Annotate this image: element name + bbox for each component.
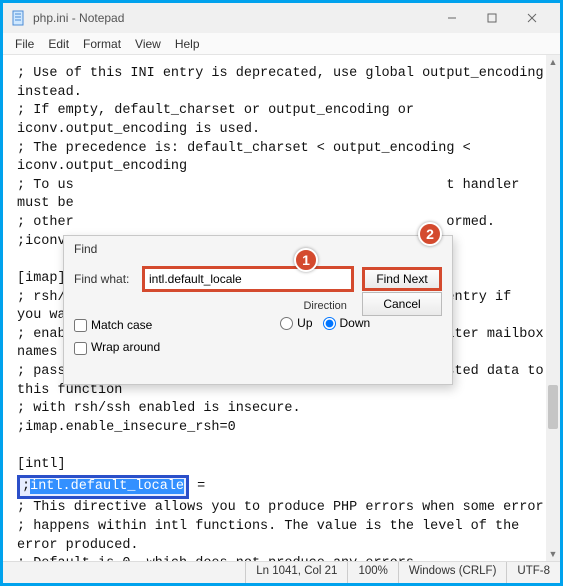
find-next-button[interactable]: Find Next: [362, 267, 442, 291]
menu-edit[interactable]: Edit: [42, 35, 75, 53]
selected-text: intl.default_locale: [30, 479, 184, 494]
notepad-icon: [11, 10, 27, 26]
direction-group: Direction Up Down: [280, 300, 370, 330]
scroll-up-arrow-icon[interactable]: ▲: [546, 55, 560, 69]
cancel-button[interactable]: Cancel: [362, 292, 442, 316]
titlebar: php.ini - Notepad: [3, 3, 560, 33]
annotation-badge-2: 2: [418, 222, 442, 246]
menu-format[interactable]: Format: [77, 35, 127, 53]
direction-down-radio[interactable]: Down: [323, 316, 371, 330]
match-case-checkbox[interactable]: Match case: [74, 318, 160, 332]
scroll-down-arrow-icon[interactable]: ▼: [546, 547, 560, 561]
status-line-ending: Windows (CRLF): [398, 562, 507, 583]
maximize-button[interactable]: [472, 8, 512, 28]
minimize-button[interactable]: [432, 8, 472, 28]
direction-up-radio[interactable]: Up: [280, 316, 312, 330]
status-cursor-position: Ln 1041, Col 21: [245, 562, 347, 583]
menubar: File Edit Format View Help: [3, 33, 560, 55]
direction-label: Direction: [280, 300, 370, 312]
menu-help[interactable]: Help: [169, 35, 206, 53]
close-button[interactable]: [512, 8, 552, 28]
dialog-title: Find: [74, 242, 442, 256]
wrap-around-checkbox[interactable]: Wrap around: [74, 340, 160, 354]
status-encoding: UTF-8: [506, 562, 560, 583]
search-match-highlight: ;intl.default_locale: [17, 475, 189, 500]
status-zoom: 100%: [347, 562, 397, 583]
find-what-input-wrap: [142, 266, 354, 292]
find-what-label: Find what:: [74, 272, 134, 286]
window-title: php.ini - Notepad: [33, 11, 432, 25]
statusbar: Ln 1041, Col 21 100% Windows (CRLF) UTF-…: [3, 561, 560, 583]
find-dialog: 1 2 Find Find what: Find Next Cancel Mat…: [63, 235, 453, 385]
annotation-badge-1: 1: [294, 248, 318, 272]
vertical-scrollbar[interactable]: ▲ ▼: [546, 55, 560, 561]
editor-area[interactable]: ; Use of this INI entry is deprecated, u…: [3, 55, 560, 561]
menu-view[interactable]: View: [129, 35, 167, 53]
menu-file[interactable]: File: [9, 35, 40, 53]
find-what-input[interactable]: [149, 272, 347, 286]
scrollbar-thumb[interactable]: [548, 385, 558, 429]
